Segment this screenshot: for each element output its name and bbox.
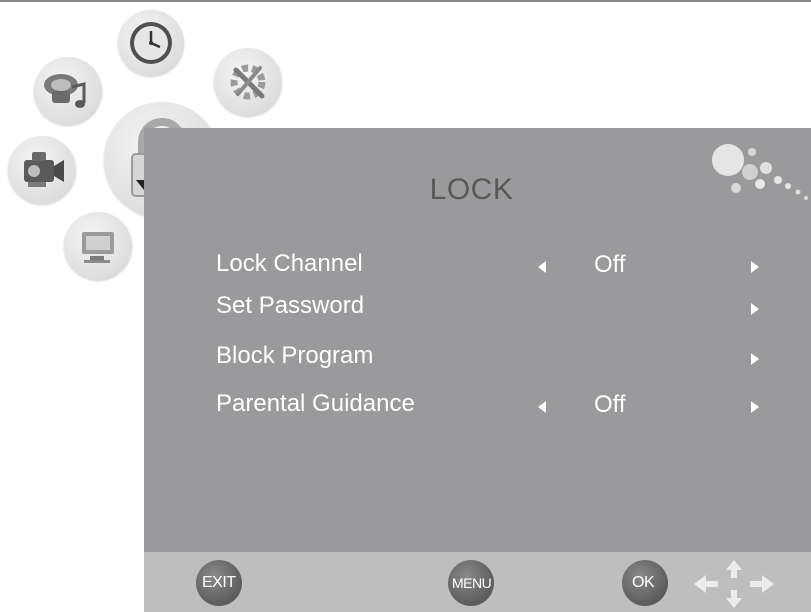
footer-bar: EXIT MENU OK — [144, 552, 811, 612]
exit-button[interactable]: EXIT — [196, 560, 242, 606]
category-time[interactable] — [118, 10, 184, 76]
navigation-arrows-icon[interactable] — [692, 558, 776, 610]
menu-item-label: Lock Channel — [216, 250, 363, 277]
decorative-bubbles — [712, 144, 808, 200]
clock-icon — [130, 22, 172, 64]
ok-button[interactable]: OK — [622, 560, 668, 606]
arrow-right-icon[interactable] — [751, 353, 759, 365]
arrow-right-icon[interactable] — [751, 261, 759, 273]
tv-osd-screen: LOCK Lock Channel Off Set Password Block… — [0, 0, 811, 612]
category-sound[interactable] — [34, 57, 102, 125]
menu-item-label: Set Password — [216, 292, 365, 319]
menu-item-label: Block Program — [216, 342, 374, 369]
category-setup[interactable] — [214, 48, 282, 116]
menu-item-parental-guidance[interactable]: Parental Guidance Off — [216, 386, 759, 426]
category-channel[interactable] — [64, 212, 132, 280]
arrow-left-icon[interactable] — [538, 401, 546, 413]
monitor-icon — [82, 232, 114, 263]
speaker-music-icon — [44, 74, 86, 108]
menu-item-value: Off — [594, 391, 626, 418]
menu-item-value: Off — [594, 251, 626, 278]
menu-item-label: Parental Guidance — [216, 390, 415, 417]
menu-item-set-password[interactable]: Set Password — [216, 288, 759, 328]
arrow-right-icon[interactable] — [751, 303, 759, 315]
page-title: LOCK — [429, 173, 514, 206]
category-picture[interactable] — [8, 136, 76, 204]
arrow-left-icon[interactable] — [538, 261, 546, 273]
menu-item-block-program[interactable]: Block Program — [216, 338, 759, 378]
menu-button[interactable]: MENU — [448, 560, 494, 606]
tools-icon — [230, 64, 266, 100]
camcorder-icon — [24, 152, 64, 187]
top-divider — [0, 0, 811, 2]
menu-item-lock-channel[interactable]: Lock Channel Off — [216, 246, 759, 286]
arrow-right-icon[interactable] — [751, 401, 759, 413]
